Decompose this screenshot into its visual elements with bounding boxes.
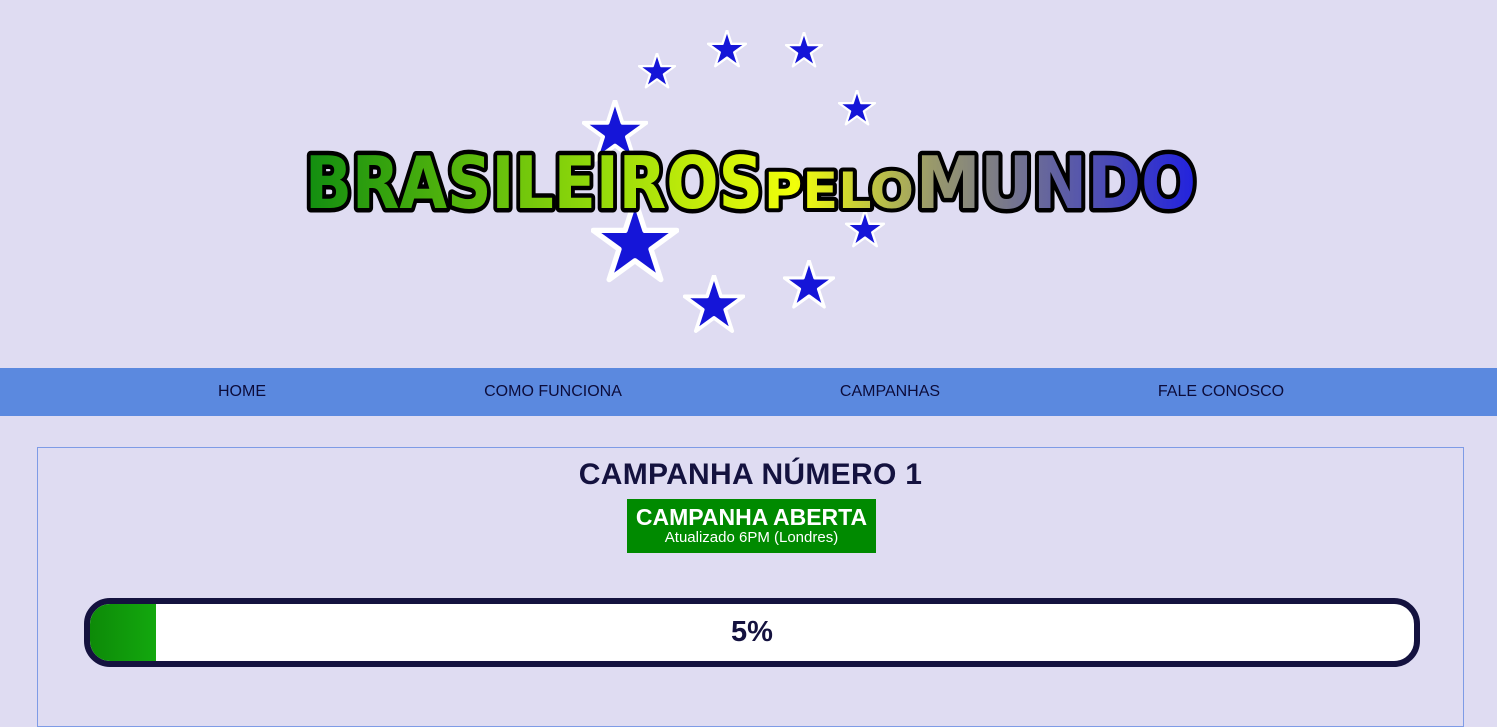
nav-item-home[interactable]: HOME xyxy=(218,368,266,416)
status-updated-time: Atualizado 6PM (Londres) xyxy=(664,529,839,546)
logo-word-brasileiros: BRASILEIROS xyxy=(305,141,763,225)
nav-item-como-funciona[interactable]: COMO FUNCIONA xyxy=(484,368,622,416)
star-icon xyxy=(785,32,823,68)
campaign-title: CAMPANHA NÚMERO 1 xyxy=(578,458,923,491)
logo-word-pelo: PELO xyxy=(764,162,914,220)
nav-item-campanhas[interactable]: CAMPANHAS xyxy=(840,368,940,416)
star-icon xyxy=(838,90,876,126)
star-icon xyxy=(707,30,747,68)
site-header: BRASILEIROS PELO MUNDO xyxy=(0,0,1497,368)
star-icon xyxy=(638,53,676,89)
nav-item-fale-conosco[interactable]: FALE CONOSCO xyxy=(1158,368,1284,416)
main-nav: HOME COMO FUNCIONA CAMPANHAS FALE CONOSC… xyxy=(0,368,1497,416)
status-badge: CAMPANHA ABERTA Atualizado 6PM (Londres) xyxy=(627,499,876,553)
star-icon xyxy=(683,275,745,333)
status-label: CAMPANHA ABERTA xyxy=(635,504,868,530)
campaign-progress-bar: 5% xyxy=(84,598,1420,667)
progress-percent-label: 5% xyxy=(731,616,773,648)
logo-word-mundo: MUNDO xyxy=(916,141,1196,225)
brasileiros-pelo-mundo-logo[interactable]: BRASILEIROS PELO MUNDO xyxy=(0,0,1497,368)
logo-text: BRASILEIROS PELO MUNDO xyxy=(301,137,1201,230)
star-icon xyxy=(783,260,835,309)
